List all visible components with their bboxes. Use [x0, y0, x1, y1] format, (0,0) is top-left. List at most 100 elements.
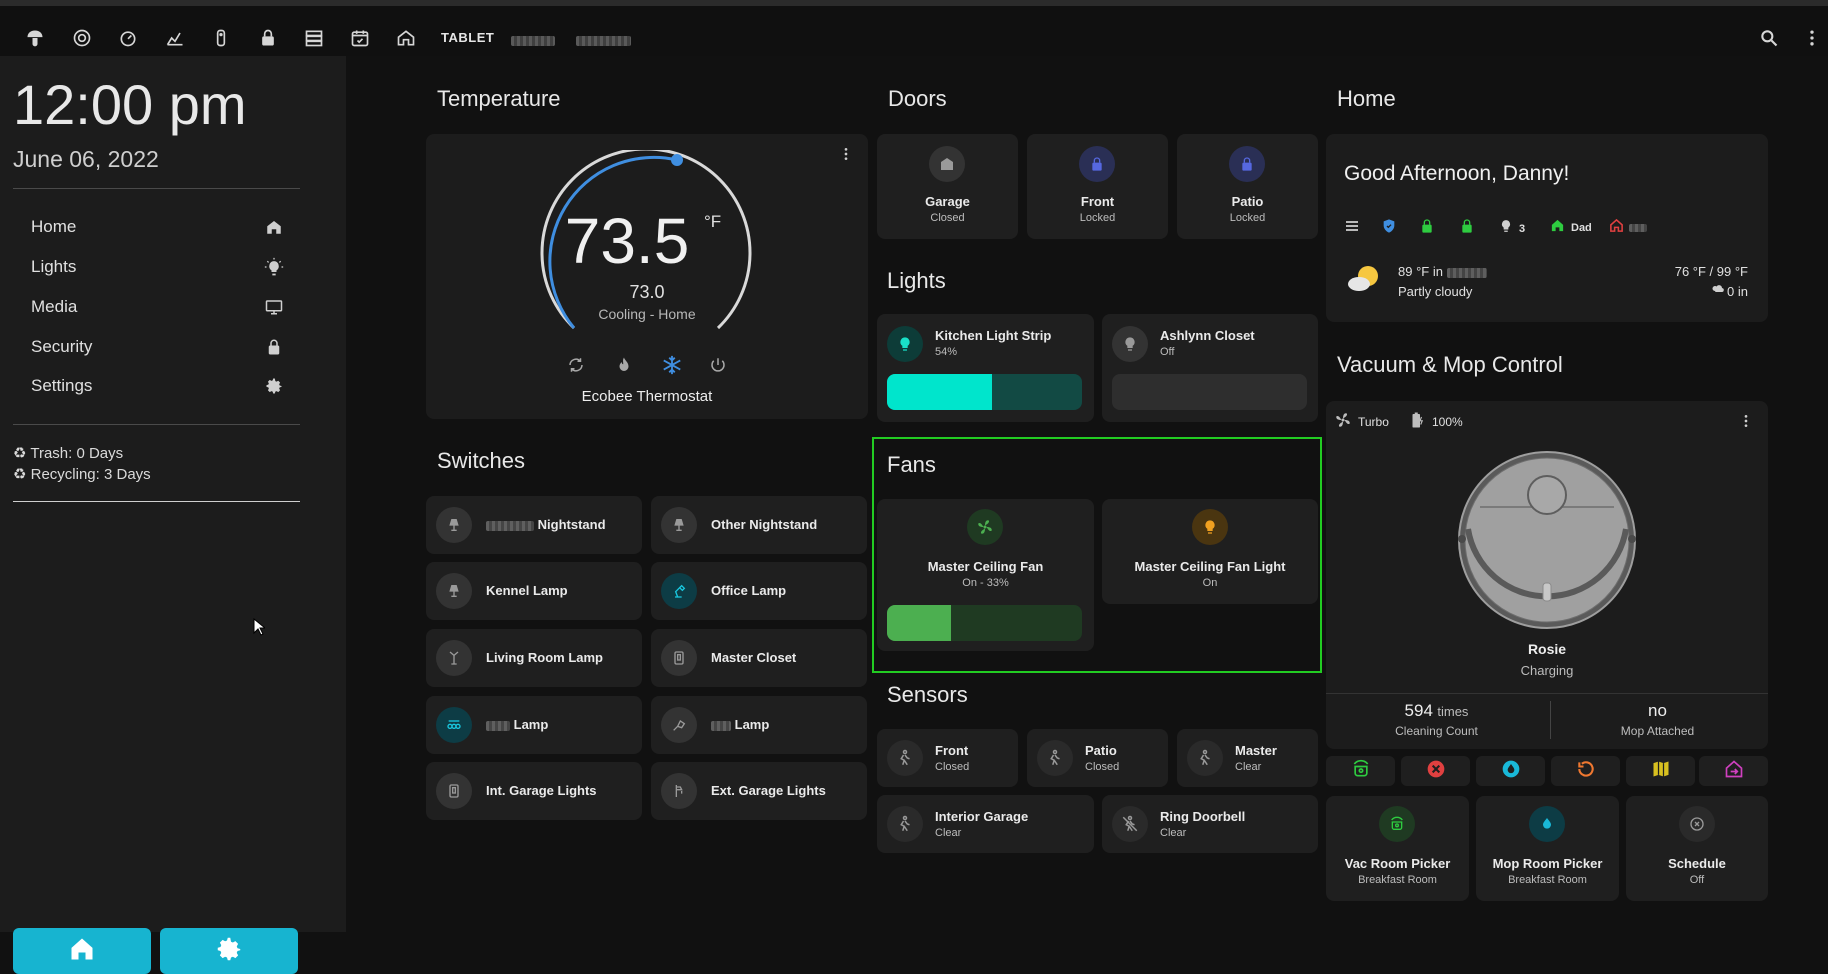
lock-icon[interactable] — [256, 26, 280, 50]
sensor-ring-doorbell[interactable]: Ring Doorbell Clear — [1102, 795, 1318, 853]
fan-master-ceiling[interactable]: Master Ceiling Fan On - 33% — [877, 499, 1094, 651]
switch-kennel-lamp[interactable]: Kennel Lamp — [426, 562, 642, 620]
start-cleaning-button[interactable] — [1326, 756, 1395, 786]
person-chip[interactable]: Dad — [1550, 218, 1592, 238]
door-garage[interactable]: Garage Closed — [877, 134, 1018, 239]
light-name: Kitchen Light Strip — [935, 328, 1052, 343]
lightbulb-icon — [887, 326, 923, 362]
stop-button[interactable] — [1401, 756, 1470, 786]
schedule-toggle[interactable]: Schedule Off — [1626, 796, 1768, 901]
heat-icon[interactable] — [615, 356, 633, 379]
mop-room-picker[interactable]: Mop Room Picker Breakfast Room — [1476, 796, 1619, 901]
door-name: Front — [1080, 194, 1115, 209]
shield-icon[interactable] — [1381, 218, 1397, 239]
chart-icon[interactable] — [163, 26, 187, 50]
tab-redacted-1[interactable] — [511, 32, 555, 50]
tab-tablet[interactable]: TABLET — [441, 30, 494, 45]
mop-button[interactable] — [1476, 756, 1545, 786]
remote-icon[interactable] — [209, 26, 233, 50]
auto-icon[interactable] — [567, 356, 585, 379]
thermostat-card: 73.5 °F 73.0 Cooling - Home Ecobee Therm… — [426, 134, 868, 419]
switch-master-closet[interactable]: Master Closet — [651, 629, 867, 687]
switch-label: Nightstand — [486, 517, 606, 532]
home-import-icon — [1724, 759, 1744, 784]
battery-charging-icon — [1408, 411, 1426, 432]
switch-office-lamp[interactable]: Office Lamp — [651, 562, 867, 620]
gear-icon — [263, 375, 285, 397]
brightness-slider[interactable] — [887, 374, 1082, 410]
section-title-sensors: Sensors — [887, 682, 968, 707]
dock-button[interactable] — [1699, 756, 1768, 786]
sensor-master[interactable]: Master Clear — [1177, 729, 1318, 787]
mushroom-icon[interactable] — [23, 26, 47, 50]
fan-mode-chip[interactable]: Turbo — [1334, 411, 1389, 432]
gauge-icon[interactable] — [116, 26, 140, 50]
hvac-mode: Cooling - Home — [598, 306, 696, 322]
switch-int-garage-lights[interactable]: Int. Garage Lights — [426, 762, 642, 820]
away-person-chip[interactable] — [1609, 218, 1647, 238]
nav-item-home[interactable]: Home — [31, 212, 285, 242]
more-vertical-icon[interactable] — [1738, 413, 1754, 434]
home-button[interactable] — [13, 928, 151, 974]
sensor-name: Ring Doorbell — [1160, 809, 1246, 824]
nav-item-settings[interactable]: Settings — [31, 371, 285, 401]
calendar-icon[interactable] — [348, 26, 372, 50]
weather-condition: Partly cloudy — [1398, 284, 1473, 299]
restore-icon — [1576, 759, 1596, 784]
lock-icon[interactable] — [1459, 218, 1475, 239]
map-button[interactable] — [1626, 756, 1695, 786]
vac-room-picker[interactable]: Vac Room Picker Breakfast Room — [1326, 796, 1469, 901]
more-vertical-icon[interactable] — [838, 146, 854, 167]
power-icon[interactable] — [709, 356, 727, 379]
robot-icon[interactable] — [70, 26, 94, 50]
settings-button[interactable] — [160, 928, 298, 974]
motion-sensor-icon — [1037, 740, 1073, 776]
door-front[interactable]: Front Locked — [1027, 134, 1168, 239]
mouse-cursor — [253, 617, 267, 641]
outdoor-lamp-icon — [661, 773, 697, 809]
lights-on-chip[interactable]: 3 — [1499, 218, 1525, 239]
light-ashlynn-closet[interactable]: Ashlynn Closet Off — [1102, 314, 1318, 422]
cool-icon[interactable] — [661, 354, 683, 381]
nav-item-lights[interactable]: Lights — [31, 252, 285, 282]
fan-master-ceiling-light[interactable]: Master Ceiling Fan Light On — [1102, 499, 1318, 604]
tab-redacted-2[interactable] — [576, 32, 631, 50]
menu-icon[interactable] — [1344, 218, 1360, 239]
vacuum-image — [1458, 451, 1636, 629]
brightness-slider[interactable] — [1112, 374, 1307, 410]
home-icon[interactable] — [394, 26, 418, 50]
switch-label: Int. Garage Lights — [486, 783, 597, 798]
fan-light-state: On — [1202, 577, 1218, 589]
switch-other-nightstand[interactable]: Other Nightstand — [651, 496, 867, 554]
switch-label: Living Room Lamp — [486, 650, 603, 665]
switch-lamp-2[interactable]: Lamp — [651, 696, 867, 754]
close-circle-icon — [1426, 759, 1446, 784]
lock-icon[interactable] — [1419, 218, 1435, 239]
switch-label: Master Closet — [711, 650, 797, 665]
switch-nightstand[interactable]: Nightstand — [426, 496, 642, 554]
garage-icon — [929, 146, 965, 182]
thermostat-handle[interactable] — [671, 154, 683, 166]
search-icon[interactable] — [1757, 26, 1781, 50]
section-title-switches: Switches — [437, 448, 526, 473]
recycling-info: ♻ Recycling: 3 Days — [13, 466, 151, 483]
switch-living-room-lamp[interactable]: Living Room Lamp — [426, 629, 642, 687]
sensor-patio[interactable]: Patio Closed — [1027, 729, 1168, 787]
fan-speed-slider[interactable] — [887, 605, 1082, 641]
picker-state: Breakfast Room — [1508, 874, 1587, 886]
nav-label: Settings — [31, 376, 93, 395]
door-patio[interactable]: Patio Locked — [1177, 134, 1318, 239]
sensor-front[interactable]: Front Closed — [877, 729, 1018, 787]
lights-on-count: 3 — [1519, 222, 1526, 235]
light-kitchen-strip[interactable]: Kitchen Light Strip 54% — [877, 314, 1094, 422]
return-home-button[interactable] — [1551, 756, 1620, 786]
switch-lamp-1[interactable]: Lamp — [426, 696, 642, 754]
nav-item-security[interactable]: Security — [31, 332, 285, 362]
sensor-interior-garage[interactable]: Interior Garage Clear — [877, 795, 1094, 853]
floor-lamp-icon — [436, 640, 472, 676]
more-vertical-icon[interactable] — [1800, 26, 1824, 50]
server-icon[interactable] — [302, 26, 326, 50]
switch-ext-garage-lights[interactable]: Ext. Garage Lights — [651, 762, 867, 820]
nav-item-media[interactable]: Media — [31, 292, 285, 322]
weather-precip: 0 in — [1712, 284, 1748, 299]
